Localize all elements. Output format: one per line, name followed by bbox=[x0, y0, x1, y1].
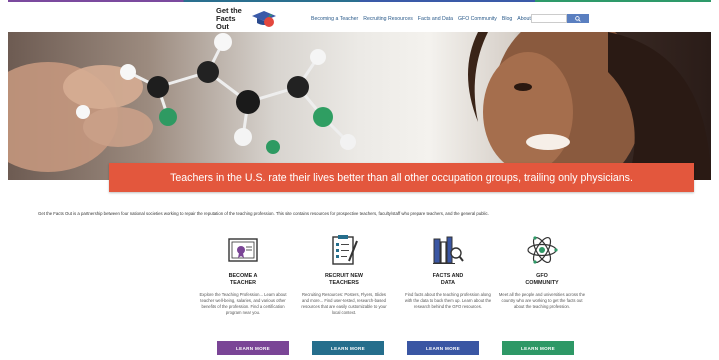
card-title-line-1: RECRUIT NEW bbox=[324, 273, 364, 279]
nav-about[interactable]: About bbox=[517, 16, 531, 22]
logo-text: Get the Facts Out bbox=[216, 7, 248, 31]
hero-banner-text: Teachers in the U.S. rate their lives be… bbox=[170, 171, 633, 184]
card-gfo-community: GFO COMMUNITY Meet all the people and un… bbox=[497, 233, 587, 310]
card-title-line-2: COMMUNITY bbox=[525, 280, 559, 286]
card-title-line-2: TEACHER bbox=[229, 280, 257, 286]
card-become-a-teacher: BECOME A TEACHER Explore the Teaching Pr… bbox=[198, 233, 288, 316]
nav-recruiting-resources[interactable]: Recruiting Resources bbox=[363, 16, 413, 22]
site-logo[interactable]: Get the Facts Out bbox=[216, 7, 278, 31]
card-title-line-1: BECOME A bbox=[228, 273, 258, 279]
card-description: Find facts about the teaching profession… bbox=[404, 292, 492, 309]
card-description: Explore the Teaching Profession... Learn… bbox=[199, 292, 287, 315]
nav-gfo-community[interactable]: GFO Community bbox=[458, 16, 497, 22]
main-nav: Becoming a Teacher Recruiting Resources … bbox=[311, 16, 536, 22]
card-title-line-1: GFO bbox=[536, 273, 548, 279]
become-teacher-learn-more-button[interactable]: LEARN MORE bbox=[217, 341, 289, 355]
gfo-community-learn-more-button[interactable]: LEARN MORE bbox=[502, 341, 574, 355]
card-description: Recruiting Resources: Posters, Flyers, S… bbox=[301, 292, 387, 315]
books-magnifier-icon bbox=[433, 236, 464, 264]
atom-icon bbox=[527, 236, 558, 264]
graduation-cap-apple-icon bbox=[252, 11, 276, 27]
search-icon bbox=[575, 15, 581, 22]
nav-becoming-a-teacher[interactable]: Becoming a Teacher bbox=[311, 16, 358, 22]
top-color-stripe bbox=[8, 0, 711, 2]
search-input[interactable] bbox=[531, 14, 567, 23]
card-title-line-1: FACTS AND bbox=[432, 273, 464, 279]
nav-blog[interactable]: Blog bbox=[502, 16, 512, 22]
nav-facts-and-data[interactable]: Facts and Data bbox=[418, 16, 453, 22]
card-title-line-2: TEACHERS bbox=[329, 280, 359, 286]
search-button[interactable] bbox=[567, 14, 589, 23]
intro-text: Get the Facts Out is a partnership betwe… bbox=[38, 211, 489, 216]
hero-molecule-illustration bbox=[8, 32, 711, 180]
card-title: RECRUIT NEW TEACHERS bbox=[299, 273, 389, 287]
recruit-teachers-learn-more-button[interactable]: LEARN MORE bbox=[312, 341, 384, 355]
facts-data-learn-more-button[interactable]: LEARN MORE bbox=[407, 341, 479, 355]
card-facts-and-data: FACTS AND DATA Find facts about the teac… bbox=[403, 233, 493, 310]
logo-line-2: Facts Out bbox=[216, 14, 236, 31]
card-title: BECOME A TEACHER bbox=[198, 273, 288, 287]
hero-banner: Teachers in the U.S. rate their lives be… bbox=[109, 163, 694, 192]
card-title: FACTS AND DATA bbox=[403, 273, 493, 287]
site-header: Get the Facts Out Becoming a Teacher Rec… bbox=[0, 4, 719, 32]
clipboard-pen-icon bbox=[332, 235, 358, 265]
certificate-icon bbox=[228, 238, 258, 262]
card-title-line-2: DATA bbox=[440, 280, 456, 286]
hero-image bbox=[8, 32, 711, 180]
card-description: Meet all the people and universities acr… bbox=[498, 292, 586, 309]
card-title: GFO COMMUNITY bbox=[497, 273, 587, 287]
card-recruit-new-teachers: RECRUIT NEW TEACHERS Recruiting Resource… bbox=[299, 233, 389, 316]
